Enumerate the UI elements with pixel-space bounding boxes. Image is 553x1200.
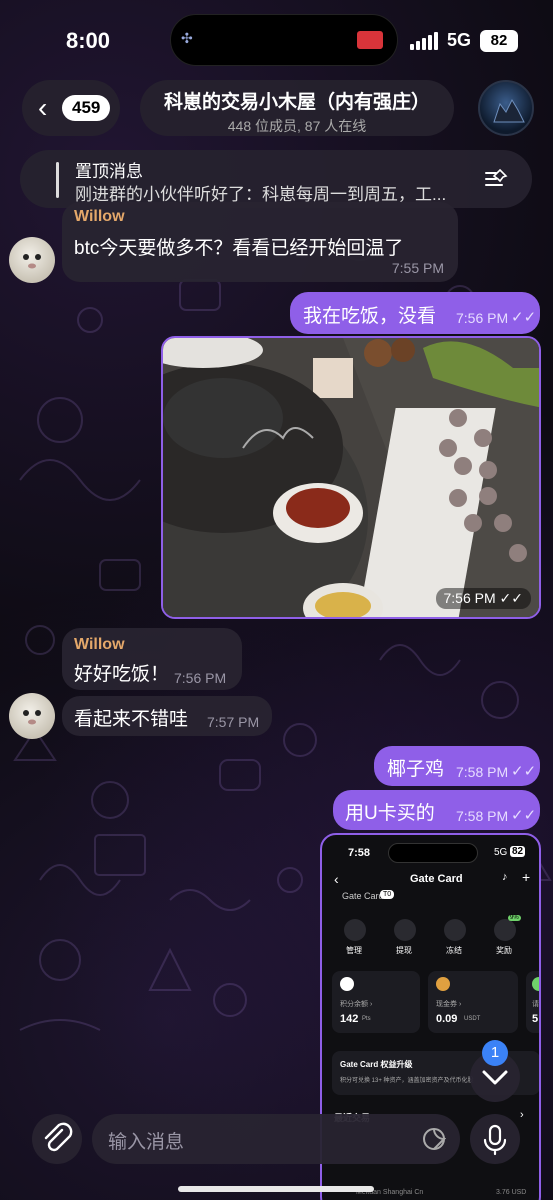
sticker-icon[interactable] xyxy=(422,1127,446,1151)
message-text: btc今天要做多不？看看已经开始回温了 xyxy=(74,238,404,259)
message-time: 7:55 PM xyxy=(391,260,444,276)
message-text: 好好吃饭！ xyxy=(74,664,170,685)
back-button[interactable]: ‹ 459 xyxy=(22,80,120,136)
attach-button[interactable] xyxy=(32,1114,82,1164)
action-label: 提现 xyxy=(396,946,412,955)
photo-message[interactable]: 7:56 PM ✓✓ xyxy=(161,336,541,619)
flag-icon xyxy=(357,31,383,49)
pinned-message-bar[interactable]: 置顶消息 刚进群的小伙伴听好了：科崽每周一到周五，工... xyxy=(20,150,532,208)
message-bubble[interactable]: 椰子鸡 7:58 PM ✓✓ xyxy=(374,746,540,786)
voucher-card: 现金券 › 0.09 USDT xyxy=(428,971,518,1033)
screenshot-island xyxy=(388,843,478,863)
points-card: 积分余额 › 142 Pts xyxy=(332,971,420,1033)
chevron-left-icon: ‹ xyxy=(38,92,48,123)
read-checkmark-icon: ✓✓ xyxy=(511,309,537,326)
microphone-icon xyxy=(483,1124,507,1156)
transaction-amount: 3.76 USD xyxy=(496,1189,527,1196)
card-label: Gate Card xyxy=(342,891,384,901)
read-checkmark-icon: ✓✓ xyxy=(499,590,523,606)
message-time: 7:56 PM xyxy=(174,670,227,686)
plus-icon: + xyxy=(522,869,531,885)
chevron-left-icon: ‹ xyxy=(334,871,339,887)
read-checkmark-icon: ✓✓ xyxy=(511,807,537,824)
reward-badge: 9% xyxy=(508,915,521,921)
voucher-icon xyxy=(436,977,450,991)
message-time: 7:56 PM xyxy=(456,310,509,326)
message-bubble[interactable]: Willow 好好吃饭！ 7:56 PM xyxy=(62,628,242,690)
third-value: 5 xyxy=(532,1013,539,1025)
unread-badge: 1 xyxy=(482,1040,508,1066)
screenshot-title: Gate Card xyxy=(410,873,463,885)
upgrade-text: 积分可兑换 13+ 种资产，涵盖加密资产及代币化股 xyxy=(340,1078,474,1084)
message-bubble[interactable]: 看起来不错哇 7:57 PM xyxy=(62,696,272,736)
message-input[interactable]: 输入消息 xyxy=(92,1114,460,1164)
message-text: 用U卡买的 xyxy=(345,803,435,824)
dynamic-island: ✣ xyxy=(170,14,398,66)
action-label: 管理 xyxy=(346,946,362,955)
avatar[interactable] xyxy=(9,237,55,283)
message-text: 椰子鸡 xyxy=(387,759,445,780)
sender-name: Willow xyxy=(74,636,125,653)
points-unit: Pts xyxy=(362,1016,371,1022)
third-icon xyxy=(532,977,539,991)
bell-icon: ♪ xyxy=(502,871,508,883)
message-bubble[interactable]: 用U卡买的 7:58 PM ✓✓ xyxy=(333,790,540,830)
upgrade-title: Gate Card 权益升级 xyxy=(340,1060,413,1069)
home-indicator xyxy=(178,1186,374,1192)
reward-icon xyxy=(494,919,516,941)
paperclip-icon xyxy=(44,1122,73,1152)
read-checkmark-icon: ✓✓ xyxy=(511,763,537,780)
message-text: 我在吃饭，没看 xyxy=(303,306,437,327)
chat-title-header[interactable]: 科崽的交易小木屋（内有强庄） 448 位成员, 87 人在线 xyxy=(140,80,454,136)
screenshot-time: 7:58 xyxy=(348,847,371,859)
pinned-list-icon[interactable] xyxy=(484,167,510,191)
screenshot-network: 5G xyxy=(494,847,508,858)
input-placeholder: 输入消息 xyxy=(108,1132,185,1153)
message-time: 7:56 PM ✓✓ xyxy=(435,588,531,609)
microphone-button[interactable] xyxy=(470,1114,520,1164)
points-value: 142 xyxy=(340,1013,359,1025)
third-label: 请 xyxy=(532,1001,539,1008)
action-label: 冻结 xyxy=(446,946,462,955)
freeze-icon xyxy=(444,919,466,941)
message-text: 看起来不错哇 xyxy=(74,709,189,730)
network-label: 5G xyxy=(447,30,472,50)
signal-icon xyxy=(410,32,440,50)
points-label: 积分余额 › xyxy=(340,1001,373,1008)
withdraw-icon xyxy=(394,919,416,941)
third-card: 请 5 xyxy=(526,971,539,1033)
group-avatar[interactable] xyxy=(478,80,534,136)
message-time: 7:58 PM xyxy=(456,808,509,824)
food-photo xyxy=(163,338,539,617)
screenshot-battery: 82 xyxy=(510,846,526,857)
message-bubble[interactable]: 我在吃饭，没看 7:56 PM ✓✓ xyxy=(290,292,540,334)
pinned-label: 置顶消息 xyxy=(75,162,143,181)
voucher-unit: USDT xyxy=(464,1016,481,1022)
card-badge: T0 xyxy=(380,890,395,899)
status-time: 8:00 xyxy=(66,28,111,53)
unread-count-badge: 459 xyxy=(62,95,111,121)
action-label: 奖励 xyxy=(496,946,512,955)
chat-title: 科崽的交易小木屋（内有强庄） xyxy=(163,92,430,113)
message-time: 7:57 PM xyxy=(207,714,260,730)
points-icon xyxy=(340,977,354,991)
voucher-label: 现金券 › xyxy=(436,1001,462,1008)
manage-icon xyxy=(344,919,366,941)
voucher-value: 0.09 xyxy=(436,1013,458,1025)
pinned-indicator xyxy=(56,162,59,198)
member-count: 448 位成员, 87 人在线 xyxy=(227,118,367,134)
message-bubble[interactable]: Willow btc今天要做多不？看看已经开始回温了 7:55 PM xyxy=(62,202,458,282)
avatar[interactable] xyxy=(9,693,55,739)
sender-name: Willow xyxy=(74,208,125,225)
message-time: 7:58 PM xyxy=(456,764,509,780)
activity-icon: ✣ xyxy=(181,30,193,46)
battery-indicator: 82 xyxy=(480,30,518,52)
chevron-right-icon: › xyxy=(520,1109,524,1121)
